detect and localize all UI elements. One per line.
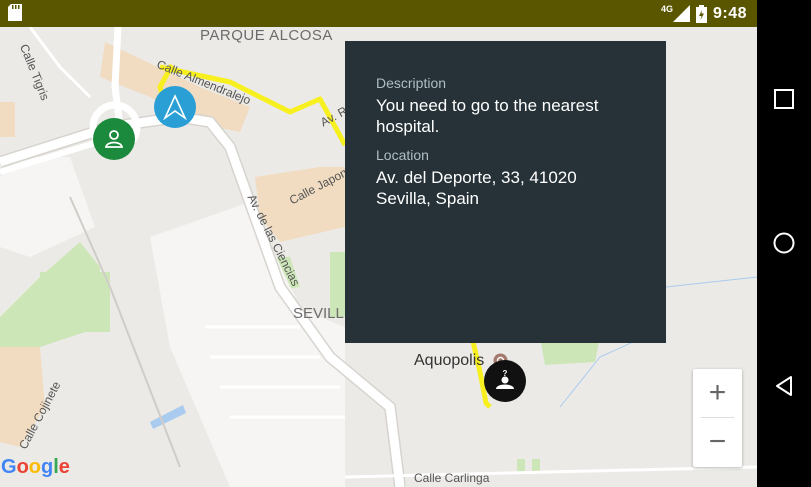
zoom-controls: + − [693,369,742,467]
description-label: Description [376,75,447,91]
label-parque-alcosa: PARQUE ALCOSA [200,27,333,44]
zoom-in-button[interactable]: + [693,369,742,417]
battery-icon [695,4,707,23]
label-sevilla: SEVILL [293,305,344,322]
home-button[interactable] [772,231,796,255]
description-value: You need to go to the nearest hospital. [376,96,599,136]
navigation-arrow-icon [163,94,187,120]
clock: 9:48 [712,4,747,22]
person-marker[interactable] [93,118,135,160]
emergency-marker[interactable]: ? [484,360,526,402]
location-label: Location [376,147,429,163]
help-person-icon: ? [496,369,514,389]
person-icon [104,130,124,148]
label-aquopolis: Aquopolis [414,352,485,369]
google-logo: Google [1,456,70,478]
location-value: Av. del Deporte, 33, 41020 Sevilla, Spai… [376,168,577,208]
info-panel: Description You need to go to the neares… [345,41,666,343]
back-button[interactable] [772,374,796,398]
zoom-out-button[interactable]: − [693,418,742,466]
label-calle-carlinga: Calle Carlinga [414,471,490,485]
status-bar: 4G 9:48 [0,0,757,27]
svg-text:?: ? [503,369,508,378]
recents-button[interactable] [772,87,796,111]
sd-card-icon [8,4,22,21]
navigation-bar [757,0,811,487]
network-type: 4G [660,3,673,14]
signal-icon [672,5,690,22]
navigation-marker[interactable] [154,86,196,128]
